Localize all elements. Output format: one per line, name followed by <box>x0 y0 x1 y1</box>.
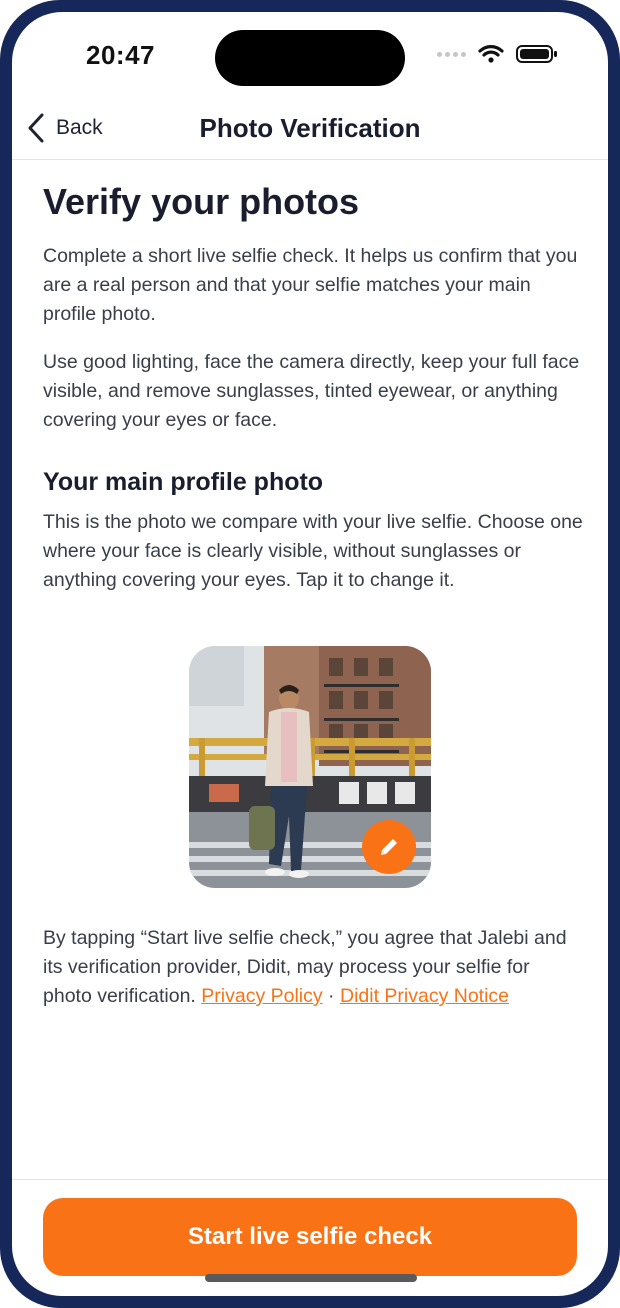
heading: Verify your photos <box>43 181 360 222</box>
page-title: Photo Verification <box>199 113 421 143</box>
nav-bar: Back Photo Verification <box>12 102 608 160</box>
dynamic-island <box>215 30 405 86</box>
footer-divider <box>12 1179 608 1180</box>
pencil-icon <box>381 839 397 855</box>
app-screen: 20:47 Back Photo Verification Verify you… <box>12 12 608 1296</box>
consent-text: By tapping “Start live selfie check,” yo… <box>43 924 583 1011</box>
home-indicator <box>205 1274 417 1282</box>
device-frame: 20:47 Back Photo Verification Verify you… <box>0 0 620 1308</box>
battery-icon <box>516 45 557 63</box>
wifi-icon <box>478 45 504 63</box>
edit-photo-button[interactable] <box>362 820 416 874</box>
status-time: 20:47 <box>86 40 155 70</box>
main-content: Verify your photos Complete a short live… <box>43 180 583 595</box>
status-icons <box>437 44 558 64</box>
link-separator: · <box>322 985 340 1007</box>
didit-privacy-notice-link[interactable]: Didit Privacy Notice <box>340 985 509 1007</box>
intro-text: Complete a short live selfie check. It h… <box>43 245 578 325</box>
start-selfie-check-button[interactable]: Start live selfie check <box>43 1198 577 1276</box>
profile-photo-heading: Your main profile photo <box>43 468 324 496</box>
signal-icon <box>437 51 466 57</box>
tips-text: Use good lighting, face the camera direc… <box>43 351 580 431</box>
profile-photo-description: This is the photo we compare with your l… <box>43 511 583 591</box>
privacy-policy-link[interactable]: Privacy Policy <box>201 985 322 1007</box>
